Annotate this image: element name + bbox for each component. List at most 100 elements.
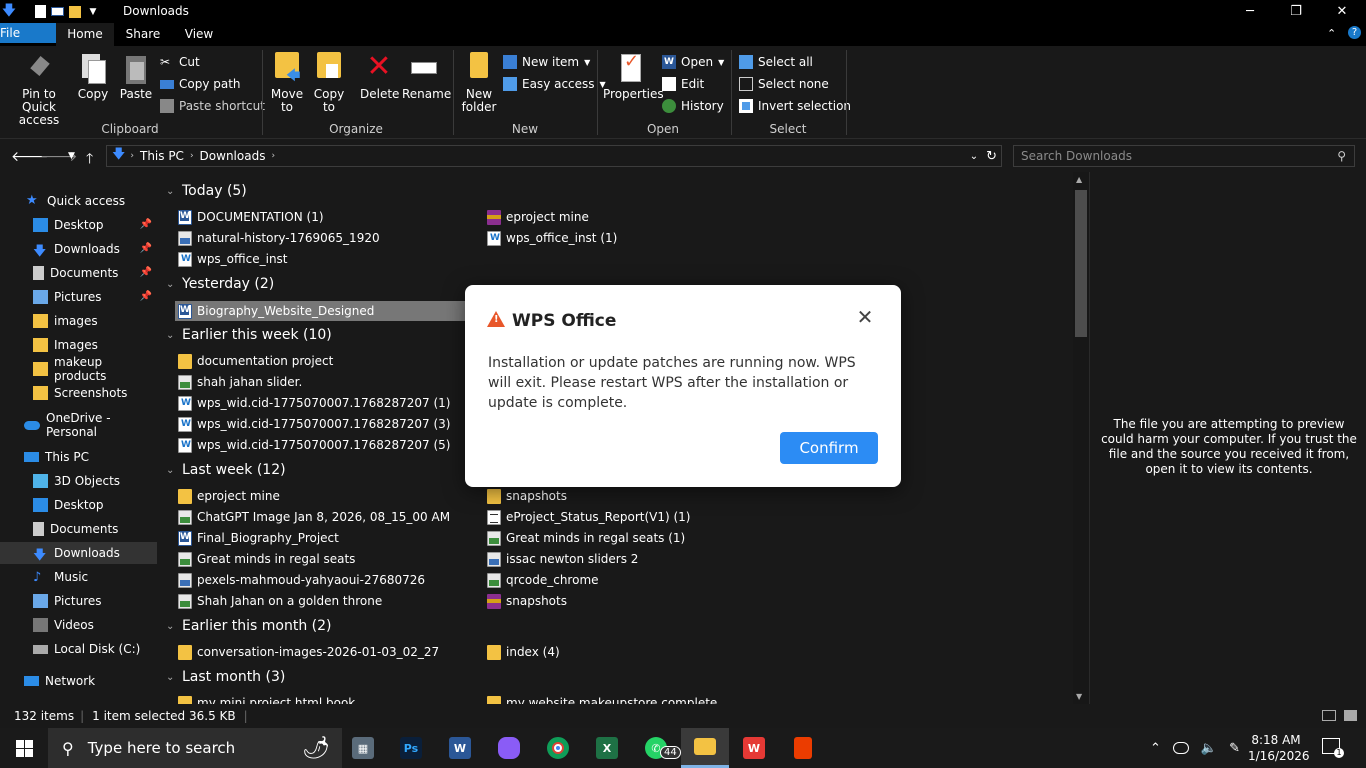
nav-item-pictures-pc[interactable]: Pictures bbox=[0, 590, 157, 612]
pin-quick-access-button[interactable]: Pin to Quick access bbox=[6, 52, 72, 127]
chevron-right-icon[interactable]: › bbox=[271, 151, 275, 161]
address-dropdown-icon[interactable]: ⌄ bbox=[970, 151, 978, 162]
group-header-last-month[interactable]: ⌄ Last month (3) bbox=[166, 669, 285, 685]
address-box[interactable]: 🡇 › This PC › Downloads › ⌄ ↻ bbox=[106, 145, 1002, 167]
paste-button[interactable]: Paste bbox=[117, 52, 155, 101]
nav-item-videos[interactable]: Videos bbox=[0, 614, 157, 636]
nav-quick-access[interactable]: ★ Quick access bbox=[0, 190, 157, 212]
nav-item-screenshots[interactable]: Screenshots bbox=[0, 382, 157, 404]
file-explorer-app[interactable] bbox=[681, 728, 729, 768]
chevron-up-icon[interactable]: ⌃ bbox=[1150, 741, 1161, 756]
tab-view[interactable]: View bbox=[172, 23, 226, 46]
copy-path-button[interactable]: Copy path bbox=[160, 74, 241, 94]
dialog-close-button[interactable]: ✕ bbox=[855, 307, 875, 327]
file-item[interactable]: snapshots bbox=[487, 486, 567, 506]
properties-button[interactable]: ✓ Properties bbox=[603, 52, 664, 101]
file-item[interactable]: my website makeupstore complete bbox=[487, 693, 717, 704]
select-all-button[interactable]: Select all bbox=[739, 52, 813, 72]
office-app[interactable] bbox=[779, 728, 827, 768]
edit-button[interactable]: Edit bbox=[662, 74, 704, 94]
file-item[interactable]: Great minds in regal seats bbox=[178, 549, 355, 569]
chevron-right-icon[interactable]: › bbox=[190, 151, 194, 161]
copilot-app[interactable] bbox=[485, 728, 533, 768]
copy-to-button[interactable]: Copy to bbox=[310, 52, 348, 114]
file-item-selected[interactable]: Biography_Website_Designed bbox=[175, 301, 475, 321]
start-button[interactable] bbox=[0, 728, 48, 768]
confirm-button[interactable]: Confirm bbox=[780, 432, 878, 464]
file-item[interactable]: Shah Jahan on a golden throne bbox=[178, 591, 382, 611]
new-folder-icon[interactable] bbox=[69, 5, 81, 18]
nav-item-makeup-products[interactable]: makeup products bbox=[0, 355, 157, 383]
scroll-thumb[interactable] bbox=[1075, 190, 1087, 337]
refresh-icon[interactable]: ↻ bbox=[986, 149, 997, 164]
delete-button[interactable]: ✕ Delete bbox=[360, 52, 399, 101]
file-item[interactable]: my mini project html book bbox=[178, 693, 355, 704]
minimize-button[interactable]: ─ bbox=[1227, 0, 1273, 23]
scroll-down-icon[interactable]: ▼ bbox=[1076, 692, 1082, 701]
nav-item-downloads-pc[interactable]: 🡇 Downloads bbox=[0, 542, 157, 564]
volume-icon[interactable]: 🔈 bbox=[1201, 741, 1217, 756]
nav-item-music[interactable]: ♪ Music bbox=[0, 566, 157, 588]
new-folder-button[interactable]: New folder bbox=[460, 52, 498, 114]
nav-item-local-disk[interactable]: Local Disk (C:) bbox=[0, 638, 157, 660]
file-item[interactable]: qrcode_chrome bbox=[487, 570, 599, 590]
file-item[interactable]: eProject_Status_Report(V1) (1) bbox=[487, 507, 690, 527]
open-button[interactable]: W Open ▼ bbox=[662, 52, 724, 72]
nav-item-images-2[interactable]: Images bbox=[0, 334, 157, 356]
taskbar-search-input[interactable]: ⚲ Type here to search 🌶 bbox=[48, 728, 342, 768]
crumb-downloads[interactable]: Downloads bbox=[200, 149, 266, 163]
tab-share[interactable]: Share bbox=[117, 23, 169, 46]
wps-office-app[interactable]: W bbox=[730, 728, 778, 768]
vertical-scrollbar[interactable]: ▲ ▼ bbox=[1073, 172, 1089, 704]
file-item[interactable]: natural-history-1769065_1920 bbox=[178, 228, 380, 248]
file-item[interactable]: snapshots bbox=[487, 591, 567, 611]
recent-locations-icon[interactable]: ▼ bbox=[68, 151, 75, 161]
group-header-earlier-this-month[interactable]: ⌄ Earlier this month (2) bbox=[166, 618, 332, 634]
details-view-icon[interactable] bbox=[1322, 710, 1336, 721]
file-item[interactable]: index (4) bbox=[487, 642, 560, 662]
tab-home[interactable]: Home bbox=[56, 23, 114, 46]
chevron-right-icon[interactable]: › bbox=[130, 151, 134, 161]
file-item[interactable]: documentation project bbox=[178, 351, 333, 371]
help-icon[interactable]: ? bbox=[1348, 26, 1361, 39]
file-item[interactable]: issac newton sliders 2 bbox=[487, 549, 638, 569]
file-item[interactable]: pexels-mahmoud-yahyaoui-27680726 bbox=[178, 570, 425, 590]
new-item-button[interactable]: New item ▼ bbox=[503, 52, 590, 72]
taskbar-clock[interactable]: 8:18 AM 1/16/2026 bbox=[1248, 732, 1310, 764]
select-none-button[interactable]: Select none bbox=[739, 74, 829, 94]
file-item[interactable]: conversation-images-2026-01-03_02_27 bbox=[178, 642, 439, 662]
restore-button[interactable]: ❐ bbox=[1273, 0, 1319, 23]
word-app[interactable]: W bbox=[436, 728, 484, 768]
file-item[interactable]: DOCUMENTATION (1) bbox=[178, 207, 324, 227]
file-item[interactable]: wps_wid.cid-1775070007.1768287207 (3) bbox=[178, 414, 450, 434]
search-input[interactable]: Search Downloads ⚲ bbox=[1013, 145, 1355, 167]
excel-app[interactable]: X bbox=[583, 728, 631, 768]
file-item[interactable]: Great minds in regal seats (1) bbox=[487, 528, 685, 548]
group-header-today[interactable]: ⌄ Today (5) bbox=[166, 183, 247, 199]
pen-icon[interactable]: ✎ bbox=[1229, 741, 1240, 756]
nav-item-desktop[interactable]: Desktop 📌 bbox=[0, 214, 157, 236]
cut-button[interactable]: ✂ Cut bbox=[160, 52, 200, 72]
file-item[interactable]: wps_office_inst bbox=[178, 249, 288, 269]
nav-this-pc[interactable]: This PC bbox=[0, 446, 157, 468]
file-item[interactable]: eproject mine bbox=[178, 486, 280, 506]
file-item[interactable]: wps_office_inst (1) bbox=[487, 228, 617, 248]
crumb-this-pc[interactable]: This PC bbox=[140, 149, 184, 163]
tab-file[interactable]: File bbox=[0, 23, 56, 43]
calculator-app[interactable]: ▦ bbox=[339, 728, 387, 768]
move-to-button[interactable]: 🡄 Move to bbox=[268, 52, 306, 114]
group-header-last-week[interactable]: ⌄ Last week (12) bbox=[166, 462, 286, 478]
nav-item-documents[interactable]: Documents 📌 bbox=[0, 262, 157, 284]
nav-network[interactable]: Network bbox=[0, 670, 157, 692]
file-item[interactable]: shah jahan slider. bbox=[178, 372, 302, 392]
nav-item-desktop-pc[interactable]: Desktop bbox=[0, 494, 157, 516]
nav-item-3d-objects[interactable]: 3D Objects bbox=[0, 470, 157, 492]
chrome-app[interactable] bbox=[534, 728, 582, 768]
file-item[interactable]: wps_wid.cid-1775070007.1768287207 (5) bbox=[178, 435, 450, 455]
nav-item-pictures[interactable]: Pictures 📌 bbox=[0, 286, 157, 308]
close-button[interactable]: ✕ bbox=[1319, 0, 1365, 23]
notifications-icon[interactable]: 1 bbox=[1322, 738, 1344, 758]
rename-button[interactable]: Rename bbox=[402, 52, 451, 101]
qat-dropdown-icon[interactable]: ▼ bbox=[86, 5, 100, 19]
nav-onedrive[interactable]: OneDrive - Personal bbox=[0, 411, 157, 439]
